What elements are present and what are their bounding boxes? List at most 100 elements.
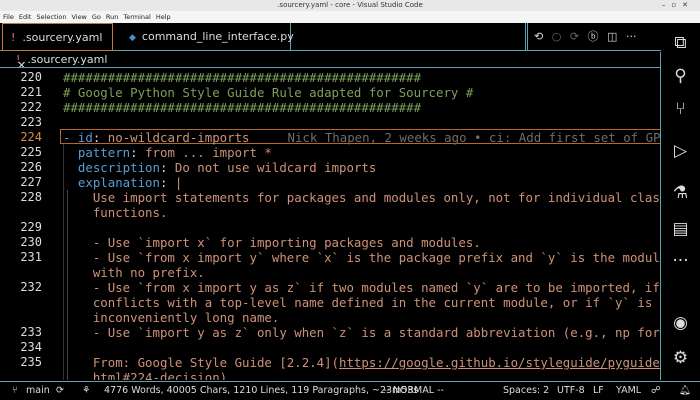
- source-control-icon[interactable]: ⑂: [661, 99, 700, 119]
- line-number: 234: [0, 340, 42, 354]
- code-line: - Use `import x` for importing packages …: [63, 235, 481, 250]
- link[interactable]: https://google.github.io/styleguide/pygu…: [339, 355, 661, 370]
- line-number: 228: [0, 190, 42, 204]
- close-window-button[interactable]: ✕: [682, 1, 694, 9]
- python-icon: ◆: [129, 33, 136, 43]
- menu-help[interactable]: Help: [156, 13, 171, 21]
- go-back-icon[interactable]: ⟲: [534, 30, 543, 43]
- go-forward-icon[interactable]: ⟳: [570, 30, 579, 43]
- eol[interactable]: LF: [593, 382, 604, 400]
- menu-file[interactable]: File: [3, 13, 14, 21]
- code-text: - Use `from x import y as z` if two modu…: [63, 280, 661, 295]
- yaml-key: description: [63, 160, 160, 175]
- menu-bar: File Edit Selection View Go Run Terminal Help: [0, 11, 700, 23]
- yaml-value: no-wildcard-imports: [100, 130, 249, 145]
- line-number: 232: [0, 280, 42, 294]
- menu-terminal[interactable]: Terminal: [123, 13, 150, 21]
- code-line: ########################################…: [63, 70, 421, 85]
- testing-icon[interactable]: ⚗: [661, 183, 700, 203]
- code-line: html#224-decision): [63, 370, 227, 380]
- breadcrumb: !.sourcery.yaml: [0, 52, 661, 68]
- code-line: ########################################…: [63, 100, 421, 115]
- line-number: 222: [0, 100, 42, 114]
- line-number: 227: [0, 175, 42, 189]
- code-text: functions.: [63, 205, 167, 220]
- blame-icon[interactable]: ⓑ: [588, 30, 599, 43]
- explorer-icon[interactable]: ⧉: [661, 33, 700, 53]
- language-mode[interactable]: YAML: [616, 382, 641, 400]
- line-number: 233: [0, 325, 42, 339]
- code-line: - Use `from x import y as z` if two modu…: [63, 280, 661, 295]
- code-line: functions.: [63, 205, 167, 220]
- menu-go[interactable]: Go: [92, 13, 101, 21]
- line-number: 224: [0, 130, 42, 144]
- line-number: 225: [0, 145, 42, 159]
- line-number: 230: [0, 235, 42, 249]
- maximize-button[interactable]: ▫: [671, 1, 682, 9]
- line-number: 226: [0, 160, 42, 174]
- code-text: From: Google Style Guide [2.2.4](: [63, 355, 339, 370]
- indentation[interactable]: Spaces: 2: [503, 382, 549, 400]
- code-editor[interactable]: 220 #####################################…: [0, 70, 661, 380]
- more-icon[interactable]: ···: [661, 251, 700, 271]
- git-blame-annotation: Nick Thapen, 2 weeks ago • ci: Add first…: [288, 130, 661, 145]
- notifications-icon[interactable]: 🔔︎: [679, 382, 691, 400]
- menu-run[interactable]: Run: [106, 13, 118, 21]
- code-text: ########################################…: [63, 70, 421, 85]
- code-line: - Use `import y as z` only when `z` is a…: [63, 325, 661, 340]
- menu-view[interactable]: View: [71, 13, 86, 21]
- line-number: 220: [0, 70, 42, 84]
- yaml-value: Do not use wildcard imports: [167, 160, 376, 175]
- line-number: 235: [0, 355, 42, 369]
- encoding[interactable]: UTF-8: [557, 382, 585, 400]
- code-line: pattern: from ... import *: [63, 145, 272, 160]
- activity-bar: ⧉ ⚲ ⑂ ▷ ⚗ ▤ ··· ◉ ⚙: [661, 23, 700, 381]
- status-bar: ⑂ main ⟳ ⚘ 4776 Words, 40005 Chars, 1210…: [0, 381, 700, 400]
- code-line: - Use `from x import y` where `x` is the…: [63, 250, 661, 265]
- code-text: conflicts with a top-level name defined …: [63, 295, 661, 310]
- feedback-icon[interactable]: ☍: [651, 382, 661, 400]
- tab-command-line-interface[interactable]: ◆command_line_interface.py: [114, 23, 291, 51]
- editor-actions: ⟲ ○ ⟳ ⓑ ◫ ···: [527, 23, 661, 51]
- code-line: - id: no-wildcard-importsNick Thapen, 2 …: [63, 130, 661, 145]
- code-text: with no prefix.: [63, 265, 205, 280]
- code-text: inconveniently long name.: [63, 310, 279, 325]
- vim-mode: -- NORMAL --: [383, 382, 444, 400]
- notebook-icon[interactable]: ▤: [661, 219, 700, 239]
- settings-icon[interactable]: ⚙: [661, 348, 700, 368]
- line-number: 221: [0, 85, 42, 99]
- sourcery-icon[interactable]: ⚘: [82, 382, 91, 400]
- yaml-value: |: [167, 175, 182, 190]
- split-editor-icon[interactable]: ◫: [607, 30, 617, 43]
- code-line: with no prefix.: [63, 265, 205, 280]
- line-number: 231: [0, 250, 42, 264]
- code-line: description: Do not use wildcard imports: [63, 160, 376, 175]
- code-text: Use import statements for packages and m…: [63, 190, 661, 205]
- tab-sourcery-yaml[interactable]: !.sourcery.yaml ✕: [2, 23, 113, 51]
- code-line: conflicts with a top-level name defined …: [63, 295, 661, 310]
- yaml-key: - id: [63, 130, 93, 145]
- code-text: - Use `import y as z` only when `z` is a…: [63, 325, 661, 340]
- code-text: - Use `import x` for importing packages …: [63, 235, 481, 250]
- sync-icon[interactable]: ⟳: [56, 382, 64, 400]
- menu-edit[interactable]: Edit: [19, 13, 32, 21]
- tab-bar-empty: [291, 23, 526, 51]
- tab-label: .sourcery.yaml: [22, 31, 102, 44]
- link[interactable]: html#224-decision: [93, 370, 220, 380]
- menu-selection[interactable]: Selection: [36, 13, 66, 21]
- code-text: # Google Python Style Guide Rule adapted…: [63, 85, 473, 100]
- code-text: - Use `from x import y` where `x` is the…: [63, 250, 661, 265]
- yaml-file-icon: !: [11, 31, 15, 44]
- code-line: # Google Python Style Guide Rule adapted…: [63, 85, 473, 100]
- more-actions-icon[interactable]: ···: [626, 30, 637, 43]
- word-count: 4776 Words, 40005 Chars, 1210 Lines, 119…: [104, 382, 418, 400]
- changes-icon[interactable]: ○: [552, 30, 562, 43]
- account-icon[interactable]: ◉: [661, 313, 700, 333]
- code-text: ########################################…: [63, 100, 421, 115]
- minimize-button[interactable]: –: [662, 1, 672, 9]
- run-debug-icon[interactable]: ▷: [661, 141, 700, 161]
- breadcrumb-file[interactable]: .sourcery.yaml: [27, 53, 107, 66]
- yaml-value: from ... import *: [138, 145, 272, 160]
- branch-name[interactable]: main: [26, 382, 50, 400]
- search-icon[interactable]: ⚲: [661, 66, 700, 86]
